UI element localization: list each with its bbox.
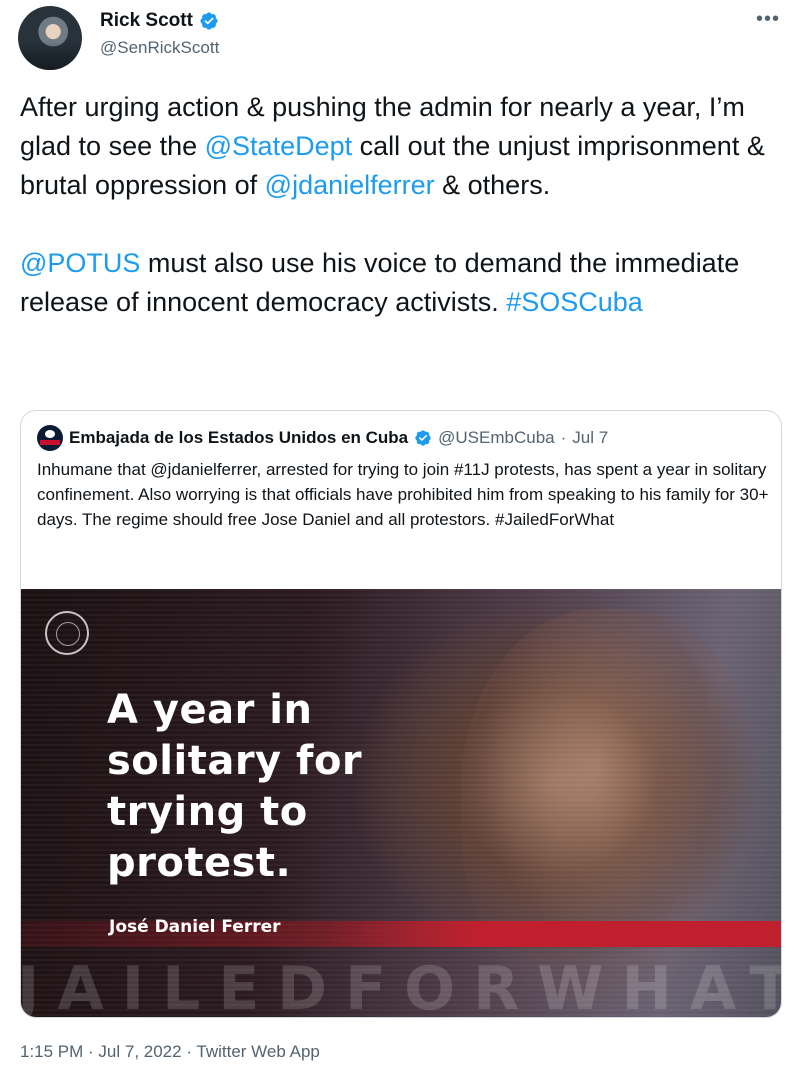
headline-line: A year in <box>107 687 313 733</box>
author-name-row: Rick Scott <box>100 10 219 32</box>
tweet-timestamp[interactable]: 1:15 PM · Jul 7, 2022 · Twitter Web App <box>20 1042 320 1062</box>
quoted-tweet-card[interactable]: Embajada de los Estados Unidos en Cuba @… <box>20 410 782 1018</box>
tweet-text-segment: & others. <box>434 170 551 200</box>
tweet-text: After urging action & pushing the admin … <box>20 88 785 322</box>
verified-badge-icon <box>200 12 218 30</box>
tweet-paragraph-1: After urging action & pushing the admin … <box>20 88 785 205</box>
quoted-tweet-header: Embajada de los Estados Unidos en Cuba @… <box>37 425 608 451</box>
quoted-separator: · <box>560 428 567 447</box>
headline-line: solitary for <box>107 738 363 784</box>
author-handle[interactable]: @SenRickScott <box>100 38 219 58</box>
tweet-paragraph-2: @POTUS must also use his voice to demand… <box>20 244 785 322</box>
quoted-date[interactable]: Jul 7 <box>572 428 608 448</box>
headline-line: protest. <box>107 840 292 886</box>
embassy-avatar-icon[interactable] <box>37 425 63 451</box>
embassy-seal-icon <box>45 611 89 655</box>
verified-badge-icon <box>415 430 431 446</box>
image-headline: A year in solitary for trying to protest… <box>107 685 362 889</box>
image-watermark: JAILEDFORWHAT <box>21 954 782 1018</box>
tweet-link[interactable]: #SOSCuba <box>506 287 643 317</box>
image-caption: José Daniel Ferrer <box>109 917 281 937</box>
more-dots-icon[interactable]: ••• <box>756 8 780 31</box>
author-display-name[interactable]: Rick Scott <box>100 10 193 32</box>
tweet-link[interactable]: @StateDept <box>205 131 353 161</box>
headline-line: trying to <box>107 789 308 835</box>
tweet-link[interactable]: @POTUS <box>20 248 140 278</box>
quoted-tweet-text: Inhumane that @jdanielferrer, arrested f… <box>37 460 769 529</box>
quoted-author-name[interactable]: Embajada de los Estados Unidos en Cuba <box>69 428 408 448</box>
tweet-link[interactable]: @jdanielferrer <box>265 170 435 200</box>
quoted-tweet-image[interactable]: A year in solitary for trying to protest… <box>21 589 782 1018</box>
author-avatar[interactable] <box>18 6 82 70</box>
quoted-author-handle[interactable]: @USEmbCuba <box>438 428 554 448</box>
